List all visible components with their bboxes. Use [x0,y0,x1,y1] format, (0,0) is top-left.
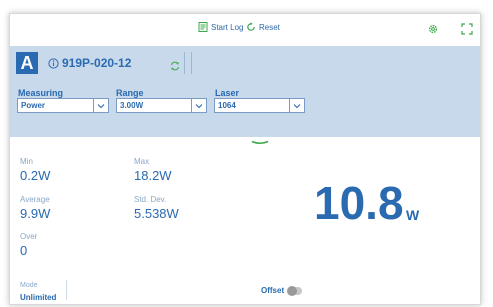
toolbar: Start Log Reset [10,14,480,46]
toggle-knob [287,285,298,296]
laser-label: Laser [215,88,240,98]
chevron-down-icon [93,99,108,112]
divider [191,52,192,74]
measuring-value: Power [21,101,46,110]
offset-label: Offset [261,286,285,295]
app-window: Start Log Reset A 919P-020-12 Measuring [9,13,481,305]
stddev-label: Std. Dev. [134,195,167,204]
fullscreen-icon[interactable] [461,22,473,35]
min-value: 0.2W [20,168,51,183]
reset-icon [246,22,256,32]
reading-value: 10.8 [314,177,404,229]
offset-control[interactable]: Offset [261,285,303,296]
measuring-select[interactable]: Power [17,98,109,113]
settings-gear-icon[interactable] [427,22,439,34]
average-value: 9.9W [20,206,51,221]
mode-label: Mode [20,282,38,289]
range-label: Range [116,88,144,98]
over-label: Over [20,232,38,241]
measuring-label: Measuring [18,88,64,98]
start-log-icon [198,22,208,32]
stddev-value: 5.538W [134,206,179,221]
chevron-down-icon [191,99,206,112]
chevron-down-icon [289,99,304,112]
sensor-label: 919P-020-12 [62,56,132,70]
collapse-handle[interactable] [251,133,269,151]
info-icon [48,57,59,69]
divider [66,280,67,300]
reading-unit: W [406,207,420,223]
reset-button[interactable]: Reset [246,22,280,32]
swap-icon[interactable] [170,58,180,76]
start-log-button[interactable]: Start Log [198,22,243,32]
average-label: Average [20,195,50,204]
reset-label: Reset [259,22,280,32]
max-label: Max [134,157,150,166]
offset-toggle[interactable] [287,285,303,296]
divider [184,52,185,74]
laser-value: 1064 [218,101,236,110]
mode-value[interactable]: Unlimited [20,293,56,302]
sensor-name[interactable]: 919P-020-12 [48,56,131,70]
laser-select[interactable]: 1064 [214,98,305,113]
range-value: 3.00W [120,101,144,110]
over-value: 0 [20,243,28,258]
max-value: 18.2W [134,168,172,183]
channel-badge[interactable]: A [16,52,38,74]
min-label: Min [20,157,33,166]
channel-header: A 919P-020-12 Measuring Power Range 3.00… [10,46,480,137]
start-log-label: Start Log [211,22,244,32]
range-select[interactable]: 3.00W [116,98,207,113]
